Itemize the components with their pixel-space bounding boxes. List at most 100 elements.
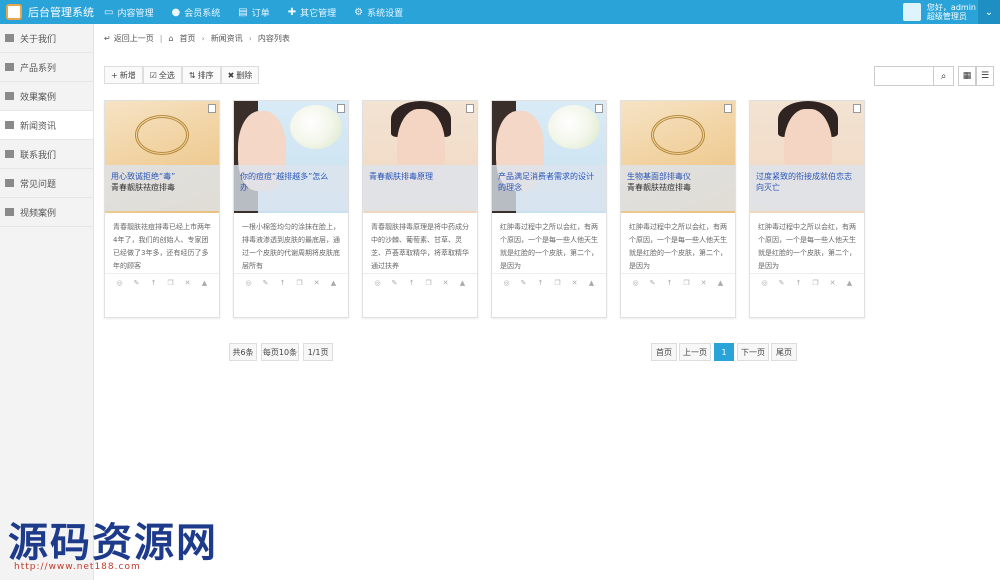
prev-page-button[interactable]: 上一页 — [679, 343, 711, 361]
document-icon[interactable] — [337, 104, 345, 113]
top-icon[interactable]: ↑ — [792, 278, 805, 288]
view-icon[interactable]: ◎ — [758, 278, 771, 288]
sidebar-item-cases[interactable]: 效果案例 — [0, 82, 93, 111]
delete-icon[interactable]: ✕ — [826, 278, 839, 288]
sidebar-item-products[interactable]: 产品系列 — [0, 53, 93, 82]
view-icon[interactable]: ◎ — [629, 278, 642, 288]
sidebar-item-about[interactable]: 关于我们 — [0, 24, 93, 53]
edit-icon[interactable]: ✎ — [130, 278, 143, 288]
select-all-button[interactable]: ☑ 全选 — [142, 66, 182, 84]
move-icon[interactable]: ▲ — [456, 278, 469, 288]
sidebar-item-label: 新闻资讯 — [20, 121, 57, 132]
next-page-button[interactable]: 下一页 — [737, 343, 769, 361]
view-icon[interactable]: ◎ — [500, 278, 513, 288]
sidebar-item-contact[interactable]: 联系我们 — [0, 140, 93, 169]
copy-icon[interactable]: ❐ — [422, 278, 435, 288]
user-menu[interactable]: 您好，admin 超级管理员 — [902, 0, 976, 24]
nav-system-settings[interactable]: ⚙ 系统设置 — [354, 6, 403, 19]
view-icon[interactable]: ◎ — [371, 278, 384, 288]
sort-button[interactable]: ⇅ 排序 — [181, 66, 221, 84]
last-page-button[interactable]: 尾页 — [771, 343, 797, 361]
delete-icon[interactable]: ✕ — [310, 278, 323, 288]
edit-icon[interactable]: ✎ — [259, 278, 272, 288]
search-input[interactable] — [875, 67, 933, 85]
top-icon[interactable]: ↑ — [147, 278, 160, 288]
view-icon[interactable]: ◎ — [113, 278, 126, 288]
news-card[interactable]: 你的痘痘“越排越多”怎么 办 一根小棉签均匀的涂抹在脸上，排毒液渗透到皮肤的最底… — [233, 100, 349, 318]
sidebar-item-news[interactable]: 新闻资讯 — [0, 111, 93, 140]
breadcrumb-home[interactable]: 首页 — [179, 33, 195, 44]
document-icon[interactable] — [466, 104, 474, 113]
delete-button[interactable]: ✖ 删除 — [220, 66, 260, 84]
add-button[interactable]: + 新增 — [104, 66, 143, 84]
edit-icon[interactable]: ✎ — [646, 278, 659, 288]
nav-orders[interactable]: ▤ 订单 — [238, 6, 269, 19]
card-title[interactable]: 过度紧致的衔接成就伯恋志 — [756, 171, 858, 182]
move-icon[interactable]: ▲ — [585, 278, 598, 288]
card-thumbnail: 生物基面部排毒仪 青春靓肤祛痘排毒 — [621, 101, 735, 213]
copy-icon[interactable]: ❐ — [164, 278, 177, 288]
document-icon[interactable] — [724, 104, 732, 113]
card-title[interactable]: 产品满足消费者需求的设计的理念 — [498, 171, 600, 193]
brand[interactable]: 后台管理系统 — [0, 0, 96, 24]
move-icon[interactable]: ▲ — [327, 278, 340, 288]
top-icon[interactable]: ↑ — [534, 278, 547, 288]
copy-icon[interactable]: ❐ — [680, 278, 693, 288]
news-card[interactable]: 产品满足消费者需求的设计的理念 红肿毒过程中之所以会红，有两个原因，一个是每一些… — [491, 100, 607, 318]
copy-icon[interactable]: ❐ — [293, 278, 306, 288]
back-link[interactable]: ↵ 返回上一页 — [104, 33, 154, 44]
top-icon[interactable]: ↑ — [405, 278, 418, 288]
card-title[interactable]: 你的痘痘“越排越多”怎么 — [240, 171, 342, 182]
gear-icon: ⚙ — [354, 6, 364, 18]
user-greeting: 您好，admin — [926, 3, 976, 12]
sidebar-item-faq[interactable]: 常见问题 — [0, 169, 93, 198]
edit-icon[interactable]: ✎ — [775, 278, 788, 288]
news-card[interactable]: 过度紧致的衔接成就伯恋志 向灭亡 红肿毒过程中之所以会红，有两个原因，一个是每一… — [749, 100, 865, 318]
grid-view-button[interactable]: ▦ — [958, 66, 976, 86]
delete-icon[interactable]: ✕ — [439, 278, 452, 288]
card-title-overlay: 生物基面部排毒仪 青春靓肤祛痘排毒 — [621, 165, 735, 211]
move-icon[interactable]: ▲ — [843, 278, 856, 288]
news-card[interactable]: 用心致诚拒绝“毒” 青春靓肤祛痘排毒 青春靓肤祛痘排毒已经上市两年4年了，我们的… — [104, 100, 220, 318]
card-title[interactable]: 生物基面部排毒仪 — [627, 171, 729, 182]
main-nav: ▭ 内容管理 ● 会员系统 ▤ 订单 ✚ 其它管理 ⚙ 系统设置 — [104, 0, 403, 24]
top-icon[interactable]: ↑ — [663, 278, 676, 288]
breadcrumb-section[interactable]: 新闻资讯 — [211, 33, 243, 44]
nav-other-management[interactable]: ✚ 其它管理 — [288, 6, 336, 19]
sidebar-item-videos[interactable]: 视频案例 — [0, 198, 93, 227]
sidebar-item-label: 产品系列 — [20, 63, 57, 74]
first-page-button[interactable]: 首页 — [651, 343, 677, 361]
back-label: 返回上一页 — [113, 33, 154, 43]
move-icon[interactable]: ▲ — [198, 278, 211, 288]
sidebar-item-label: 常见问题 — [20, 179, 57, 190]
news-card[interactable]: 生物基面部排毒仪 青春靓肤祛痘排毒 红肿毒过程中之所以会红，有两个原因，一个是每… — [620, 100, 736, 318]
copy-icon[interactable]: ❐ — [809, 278, 822, 288]
top-icon[interactable]: ↑ — [276, 278, 289, 288]
document-icon[interactable] — [595, 104, 603, 113]
delete-icon[interactable]: ✕ — [697, 278, 710, 288]
edit-icon[interactable]: ✎ — [517, 278, 530, 288]
document-icon[interactable] — [208, 104, 216, 113]
view-icon[interactable]: ◎ — [242, 278, 255, 288]
list-view-button[interactable]: ☰ — [976, 66, 994, 86]
copy-icon[interactable]: ❐ — [551, 278, 564, 288]
card-title[interactable]: 用心致诚拒绝“毒” — [111, 171, 213, 182]
per-page-select[interactable]: 每页10条 — [261, 343, 299, 361]
search-icon[interactable]: ⌕ — [933, 67, 953, 85]
nav-member-system[interactable]: ● 会员系统 — [171, 6, 220, 19]
top-navbar: 后台管理系统 ▭ 内容管理 ● 会员系统 ▤ 订单 ✚ 其它管理 ⚙ 系统设置 … — [0, 0, 1000, 24]
delete-icon[interactable]: ✕ — [568, 278, 581, 288]
edit-icon[interactable]: ✎ — [388, 278, 401, 288]
folder-icon — [5, 179, 14, 187]
document-icon[interactable] — [853, 104, 861, 113]
chevron-down-icon[interactable]: ⌄ — [978, 0, 1000, 24]
card-actions: ◎ ✎ ↑ ❐ ✕ ▲ — [234, 273, 348, 292]
search-box: ⌕ — [874, 66, 954, 86]
news-card[interactable]: 青春靓肤排毒原理 青春靓肤排毒原理是将中药成分中的沙棘、葡萄素、甘草、灵芝、芦荟… — [362, 100, 478, 318]
delete-icon[interactable]: ✕ — [181, 278, 194, 288]
page-button-current[interactable]: 1 — [714, 343, 734, 361]
card-summary: 一根小棉签均匀的涂抹在脸上，排毒液渗透到皮肤的最底层，通过一个皮肤的代谢周期将皮… — [242, 223, 340, 269]
card-title[interactable]: 青春靓肤排毒原理 — [369, 171, 471, 182]
move-icon[interactable]: ▲ — [714, 278, 727, 288]
nav-content-management[interactable]: ▭ 内容管理 — [104, 6, 153, 19]
